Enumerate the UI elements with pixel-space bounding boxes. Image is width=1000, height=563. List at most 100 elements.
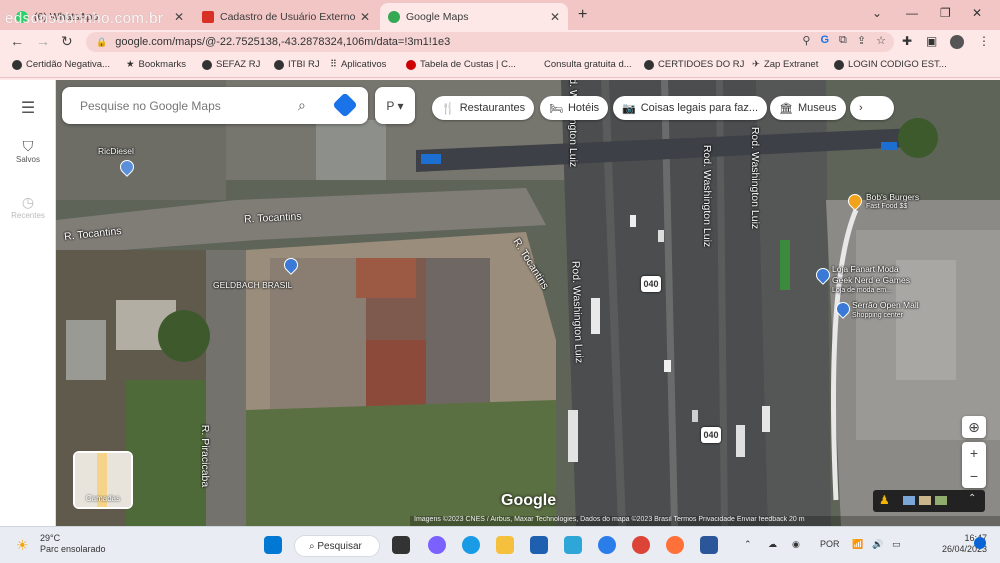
- language-indicator[interactable]: POR: [820, 539, 840, 549]
- start-icon[interactable]: [264, 536, 282, 554]
- edge-icon[interactable]: [462, 536, 480, 554]
- address-bar[interactable]: 🔒 google.com/maps/@-22.7525138,-43.28783…: [86, 32, 894, 52]
- satellite-map[interactable]: R. Tocantins R. Tocantins R. Tocantins R…: [56, 80, 1000, 526]
- tab-google-maps[interactable]: Google Maps ✕: [380, 3, 568, 30]
- search-icon[interactable]: ⌕: [298, 97, 306, 114]
- close-tab-icon[interactable]: ✕: [174, 10, 184, 24]
- site-icon: [406, 59, 416, 70]
- share-icon[interactable]: ⇪: [857, 34, 866, 47]
- menu-hamburger-icon[interactable]: ☰: [0, 98, 56, 118]
- bookmark-item[interactable]: Consulta gratuita d...: [544, 59, 632, 70]
- back-icon[interactable]: ←: [10, 33, 24, 49]
- search-input[interactable]: Pesquise no Google Maps: [80, 99, 221, 113]
- parking-layer-button[interactable]: P ▾: [375, 87, 415, 124]
- chip-museums[interactable]: 🏛 Museus: [770, 96, 846, 120]
- tab-cadastro[interactable]: Cadastro de Usuário Externo no ✕: [194, 3, 378, 30]
- forward-icon[interactable]: →: [36, 33, 50, 49]
- profile-avatar[interactable]: [950, 35, 964, 49]
- notification-icon[interactable]: [974, 537, 986, 549]
- close-window-button[interactable]: ✕: [972, 6, 982, 20]
- poi-label[interactable]: Loja Fanart Moda: [832, 264, 899, 274]
- bookmark-item[interactable]: CERTIDOES DO RJ: [644, 59, 744, 70]
- close-tab-icon[interactable]: ✕: [550, 10, 560, 24]
- bookmark-star-icon[interactable]: ☆: [876, 34, 886, 47]
- wifi-icon[interactable]: 📶: [852, 539, 863, 550]
- menu-icon[interactable]: ⋮: [978, 34, 990, 48]
- bookmark-label: ITBI RJ: [288, 59, 320, 70]
- cloud-icon[interactable]: ☁: [768, 539, 777, 550]
- chip-more[interactable]: ›: [850, 96, 894, 120]
- globe-icon: [274, 59, 284, 70]
- tab-list-button[interactable]: ⌄: [872, 6, 882, 20]
- map-attribution: Imagens ©2023 CNES / Airbus, Maxar Techn…: [410, 516, 1000, 526]
- poi-sublabel: Loja de moda em...: [832, 287, 892, 294]
- store-icon[interactable]: [530, 536, 548, 554]
- weather-widget[interactable]: 29°C Parc ensolarado: [40, 533, 106, 555]
- street-view-bar[interactable]: ♟ ⌃: [873, 490, 985, 512]
- recent-button[interactable]: ◷ Recentes: [0, 194, 56, 220]
- location-icon[interactable]: ⚲: [802, 34, 810, 47]
- extensions-icon[interactable]: ✚: [902, 34, 912, 48]
- bookmark-label: CERTIDOES DO RJ: [658, 59, 745, 70]
- minimize-button[interactable]: —: [906, 6, 918, 20]
- install-icon[interactable]: ⧉: [839, 34, 847, 47]
- photo-thumb[interactable]: [903, 496, 915, 505]
- expand-icon[interactable]: ⌃: [968, 493, 976, 504]
- photo-thumb[interactable]: [935, 496, 947, 505]
- bookmark-label: Aplicativos: [340, 59, 387, 70]
- poi-label[interactable]: Bob's Burgers: [866, 192, 919, 202]
- volume-icon[interactable]: 🔊: [872, 539, 883, 550]
- pegman-icon[interactable]: ♟: [879, 493, 890, 507]
- bookmark-item[interactable]: LOGIN CODIGO EST...: [834, 59, 947, 70]
- bookmark-label: Tabela de Custas | C...: [420, 59, 516, 70]
- my-location-button[interactable]: ⊕: [962, 416, 986, 438]
- file-explorer-icon[interactable]: [496, 536, 514, 554]
- sidepanel-icon[interactable]: ▣: [926, 34, 937, 48]
- bookmark-item[interactable]: ITBI RJ: [274, 59, 320, 70]
- lock-icon[interactable]: 🔒: [96, 37, 107, 48]
- reload-icon[interactable]: ↻: [61, 33, 73, 50]
- chat-icon[interactable]: [428, 536, 446, 554]
- messenger-icon[interactable]: [598, 536, 616, 554]
- google-lens-icon[interactable]: G: [820, 34, 829, 47]
- bookmark-item[interactable]: Certidão Negativa...: [12, 59, 110, 70]
- poi-label[interactable]: RicDiesel: [98, 146, 134, 156]
- bookmark-item[interactable]: Tabela de Custas | C...: [406, 59, 516, 70]
- word-icon[interactable]: [700, 536, 718, 554]
- bookmark-icon: ⛉: [22, 138, 34, 154]
- battery-icon[interactable]: ▭: [892, 539, 901, 550]
- bookmark-item[interactable]: SEFAZ RJ: [202, 59, 260, 70]
- saved-button[interactable]: ⛉ Salvos: [0, 138, 56, 164]
- gmail-icon: [202, 10, 214, 23]
- zoom-in-button[interactable]: +: [962, 442, 986, 465]
- directions-icon[interactable]: [332, 92, 358, 118]
- photo-thumb[interactable]: [919, 496, 931, 505]
- bookmark-item[interactable]: ⠿ Aplicativos: [330, 59, 386, 70]
- restore-button[interactable]: ❐: [940, 6, 951, 20]
- chip-things-to-do[interactable]: 📷 Coisas legais para faz...: [613, 96, 768, 120]
- windows-taskbar: ☀ 29°C Parc ensolarado ⌕ Pesquisar ⌃ ☁ ◉…: [0, 526, 1000, 563]
- bookmark-label: Consulta gratuita d...: [544, 59, 632, 70]
- chrome-icon[interactable]: [632, 536, 650, 554]
- poi-label[interactable]: GELDBACH BRASIL: [213, 280, 292, 290]
- app-tray-icon[interactable]: ◉: [792, 539, 800, 550]
- street-label: R. Piracicaba: [199, 424, 212, 488]
- new-tab-button[interactable]: +: [578, 6, 587, 24]
- bookmark-item[interactable]: ★ Bookmarks: [126, 59, 186, 70]
- search-box[interactable]: Pesquise no Google Maps ⌕: [62, 87, 368, 124]
- chip-restaurants[interactable]: 🍴 Restaurantes: [432, 96, 535, 120]
- close-tab-icon[interactable]: ✕: [360, 10, 370, 24]
- bookmark-item[interactable]: ✈ Zap Extranet: [752, 59, 818, 70]
- zoom-out-button[interactable]: −: [962, 465, 986, 488]
- weather-icon[interactable]: ☀: [16, 537, 29, 554]
- app-icon[interactable]: [564, 536, 582, 554]
- poi-label[interactable]: Serrão Open Mall: [852, 300, 919, 310]
- firefox-icon[interactable]: [666, 536, 684, 554]
- layers-button[interactable]: Camadas: [73, 451, 133, 509]
- taskbar-search[interactable]: ⌕ Pesquisar: [294, 535, 380, 557]
- task-view-icon[interactable]: [392, 536, 410, 554]
- chip-hotels[interactable]: 🛏 Hotéis: [540, 96, 609, 120]
- tray-overflow-icon[interactable]: ⌃: [744, 539, 752, 550]
- recent-label: Recentes: [11, 211, 45, 220]
- globe-icon: [202, 59, 212, 70]
